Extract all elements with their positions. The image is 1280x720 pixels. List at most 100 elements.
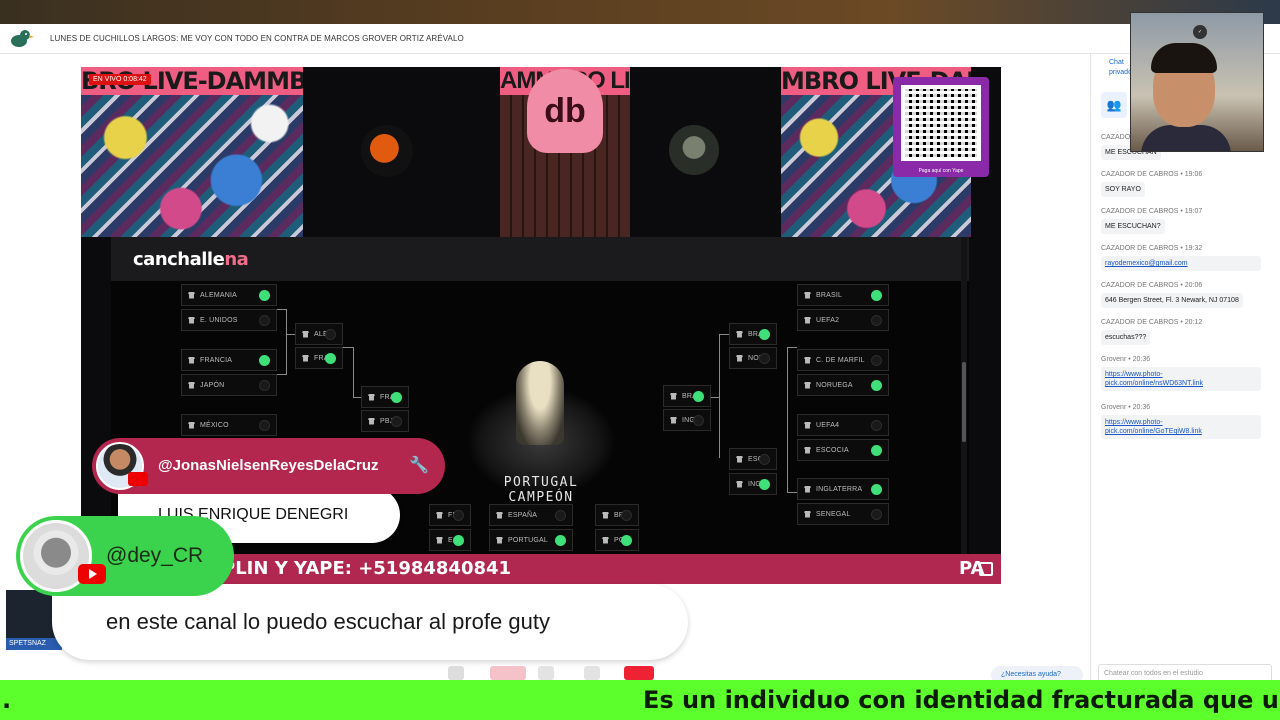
bracket-team: FRANCIA [181, 349, 277, 371]
team-name: JAPÓN [200, 381, 225, 389]
bracket-team: PORTUGAL [489, 529, 573, 551]
bracket-team: MÉXICO [181, 414, 277, 436]
bracket-team: ESC [729, 448, 777, 470]
bracket-team: E. UNIDOS [181, 309, 277, 331]
bracket-team: FRA [429, 504, 471, 526]
bracket-connector [787, 492, 797, 493]
marquee-dot: . [2, 686, 12, 714]
empty-dot-icon [871, 509, 882, 520]
shirt-icon [804, 356, 811, 364]
chat-message-meta: CAZADOR DE CABROS • 19:07 [1101, 208, 1203, 215]
webcam-shirt [1141, 125, 1231, 151]
shirt-icon [368, 417, 375, 425]
winner-dot-icon [453, 535, 464, 546]
winner-dot-icon [871, 484, 882, 495]
bracket-connector [787, 457, 788, 493]
bracket-team: ESCOCIA [797, 439, 889, 461]
team-name: C. DE MARFIL [816, 356, 865, 364]
browser-top-strip [0, 0, 1280, 24]
shirt-icon [602, 511, 609, 519]
shirt-icon [302, 354, 309, 362]
bracket-team: BRA [663, 385, 711, 407]
webcam-badge: ✓ [1193, 25, 1207, 39]
people-icon[interactable]: 👥 [1101, 92, 1127, 118]
shirt-icon [736, 330, 743, 338]
winner-dot-icon [759, 329, 770, 340]
empty-dot-icon [259, 380, 270, 391]
mic-icon[interactable] [448, 666, 464, 680]
winner-dot-icon [693, 391, 704, 402]
guest-avatar-1[interactable] [361, 125, 413, 177]
share-screen-icon[interactable] [538, 666, 554, 680]
bracket-team: NOR [729, 347, 777, 369]
canchallena-bar: canchallena [111, 237, 969, 281]
shirt-icon [804, 510, 811, 518]
chat-message-link[interactable]: https://www.photo-pick.com/online/GoTEqi… [1101, 415, 1261, 439]
guest-avatar-2[interactable] [669, 125, 719, 175]
bracket-connector [277, 374, 287, 375]
camera-off-icon[interactable] [490, 666, 526, 680]
chat-message: CAZADOR DE CABROS • 19:32 rayodemexico@gm… [1101, 245, 1271, 271]
winner-dot-icon [871, 380, 882, 391]
webcam-preview[interactable]: ✓ [1130, 12, 1264, 152]
duck-logo-icon[interactable] [10, 29, 34, 49]
empty-dot-icon [391, 416, 402, 427]
bracket-team: BRA [595, 504, 639, 526]
team-name: INGLATERRA [816, 485, 863, 493]
team-name: MÉXICO [200, 421, 229, 429]
bracket-team: FRA [361, 386, 409, 408]
team-name: ESCOCIA [816, 446, 849, 454]
bracket-team: ALEMANIA [181, 284, 277, 306]
bracket-connector [353, 347, 354, 397]
bracket-connector [353, 397, 361, 398]
world-cup-trophy-icon [516, 361, 564, 445]
db-logo-banner: AMMBRO LIVE-D db [500, 67, 630, 237]
live-timer-badge: EN VIVO 0:08:42 [89, 74, 151, 85]
winner-dot-icon [325, 353, 336, 364]
settings-icon[interactable] [584, 666, 600, 680]
webcam-hair [1151, 43, 1217, 73]
chat-message-meta: Grovenr • 20:36 [1101, 356, 1151, 363]
team-name: PORTUGAL [508, 536, 548, 544]
bracket-team: ESPAÑA [489, 504, 573, 526]
shirt-icon [804, 291, 811, 299]
chat-message-meta: CAZADOR DE CABROS • 19:06 [1101, 171, 1203, 178]
winner-dot-icon [621, 535, 632, 546]
winner-dot-icon [259, 290, 270, 301]
team-name: NORUEGA [816, 381, 853, 389]
empty-dot-icon [259, 420, 270, 431]
shirt-icon [436, 511, 443, 519]
empty-dot-icon [555, 510, 566, 521]
bracket-team: SENEGAL [797, 503, 889, 525]
shirt-icon [804, 381, 811, 389]
bracket-team: UEFA4 [797, 414, 889, 436]
fullscreen-icon[interactable] [979, 562, 993, 576]
leave-studio-icon[interactable] [624, 666, 654, 680]
team-name: E. UNIDOS [200, 316, 238, 324]
bracket-connector [286, 334, 295, 335]
shirt-icon [188, 421, 195, 429]
chat-message-text: escuchas??? [1101, 330, 1151, 345]
chat-message-meta: CAZADOR DE CABROS • 20:06 [1101, 282, 1203, 289]
studio-screen: LUNES DE CUCHILLOS LARGOS: ME VOY CON TO… [0, 0, 1280, 720]
chat-message-text: ME ESCUCHAN? [1101, 219, 1165, 234]
bracket-team: ING [663, 409, 711, 431]
bracket-scroll-thumb[interactable] [962, 362, 966, 442]
shirt-icon [602, 536, 609, 544]
chat-message-meta: CAZADOR DE CABROS • 19:32 [1101, 245, 1203, 252]
chat-message: CAZADOR DE CABROS • 19:06 SOY RAYO [1101, 171, 1271, 197]
comment-author-bubble-2: @dey_CR [16, 516, 234, 596]
team-name: UEFA4 [816, 421, 840, 429]
shirt-icon [368, 393, 375, 401]
bracket-connector [719, 334, 720, 458]
chat-message-link[interactable]: https://www.photo-pick.com/online/nsWD63… [1101, 367, 1261, 391]
chat-message-link[interactable]: rayodemexico@gmail.com [1101, 256, 1261, 271]
shirt-icon [436, 536, 443, 544]
bracket-team: JAPÓN [181, 374, 277, 396]
qr-code [901, 85, 981, 161]
bracket-team: POR [595, 529, 639, 551]
graffiti-image [81, 95, 303, 237]
ticker-text: M, PLIN Y YAPE: +51984840841 [191, 558, 512, 579]
brand-part-a: canchalle [133, 249, 225, 270]
empty-dot-icon [759, 353, 770, 364]
